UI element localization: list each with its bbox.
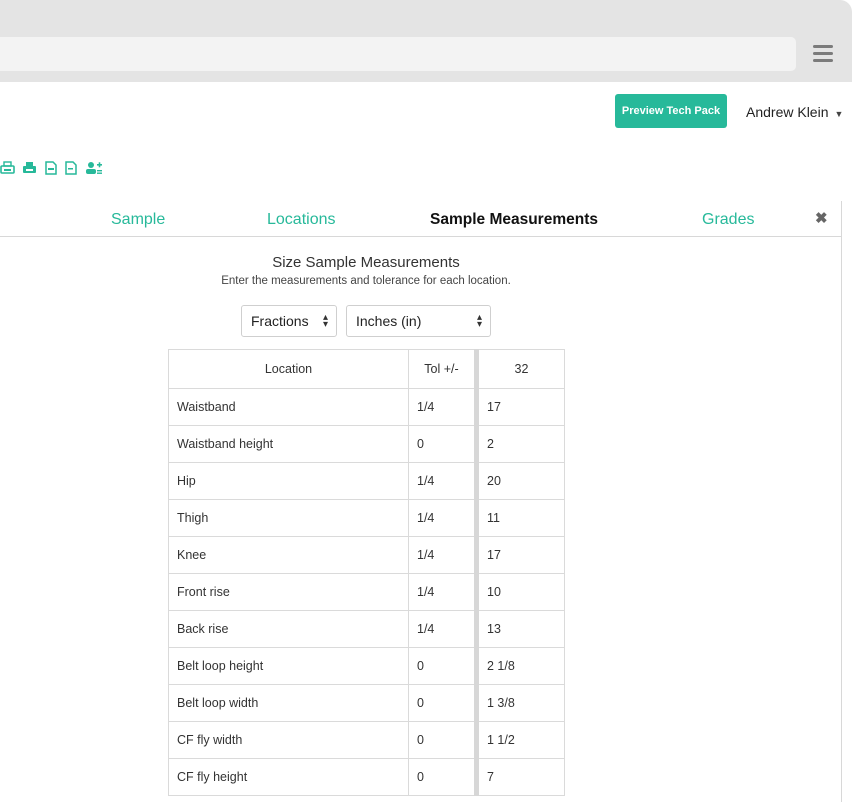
table-row: Knee 1/4 17 bbox=[168, 536, 565, 574]
table-row: Waistband 1/4 17 bbox=[168, 388, 565, 426]
location-cell: Back rise bbox=[168, 610, 409, 648]
location-cell: Waistband bbox=[168, 388, 409, 426]
table-row: CF fly height 0 7 bbox=[168, 758, 565, 796]
table-row: Hip 1/4 20 bbox=[168, 462, 565, 500]
menu-icon[interactable] bbox=[813, 45, 833, 63]
location-cell: Belt loop height bbox=[168, 647, 409, 685]
tolerance-cell[interactable]: 1/4 bbox=[408, 536, 477, 574]
table-header-row: Location Tol +/- 32 bbox=[168, 349, 565, 389]
pdf-icon[interactable] bbox=[44, 161, 58, 175]
print-icon[interactable] bbox=[0, 161, 15, 175]
tolerance-cell[interactable]: 1/4 bbox=[408, 573, 477, 611]
measurements-panel: Sample Locations Sample Measurements Gra… bbox=[0, 201, 842, 802]
unit-select[interactable]: Inches (in) ▴ ▾ bbox=[346, 305, 491, 337]
measurement-cell[interactable]: 1 3/8 bbox=[474, 684, 565, 722]
table-row: CF fly width 0 1 1/2 bbox=[168, 721, 565, 759]
tolerance-cell[interactable]: 0 bbox=[408, 425, 477, 463]
tolerance-cell[interactable]: 0 bbox=[408, 721, 477, 759]
table-row: Back rise 1/4 13 bbox=[168, 610, 565, 648]
measurements-table: Location Tol +/- 32 Waistband 1/4 17 Wai… bbox=[168, 349, 565, 796]
user-menu[interactable]: Andrew Klein ▼ bbox=[746, 104, 843, 120]
tolerance-cell[interactable]: 0 bbox=[408, 684, 477, 722]
measurement-cell[interactable]: 17 bbox=[474, 388, 565, 426]
tolerance-cell[interactable]: 1/4 bbox=[408, 388, 477, 426]
page-subtitle: Enter the measurements and tolerance for… bbox=[221, 275, 511, 287]
column-header-size: 32 bbox=[474, 349, 565, 389]
location-cell: CF fly width bbox=[168, 721, 409, 759]
location-cell: Belt loop width bbox=[168, 684, 409, 722]
add-user-icon[interactable] bbox=[85, 161, 102, 175]
tolerance-cell[interactable]: 0 bbox=[408, 647, 477, 685]
location-cell: Hip bbox=[168, 462, 409, 500]
table-row: Waistband height 0 2 bbox=[168, 425, 565, 463]
measurement-cell[interactable]: 1 1/2 bbox=[474, 721, 565, 759]
location-cell: Waistband height bbox=[168, 425, 409, 463]
tolerance-cell[interactable]: 1/4 bbox=[408, 462, 477, 500]
measurement-cell[interactable]: 13 bbox=[474, 610, 565, 648]
measurement-cell[interactable]: 2 bbox=[474, 425, 565, 463]
column-header-tolerance: Tol +/- bbox=[408, 349, 477, 389]
tab-locations[interactable]: Locations bbox=[267, 211, 336, 229]
user-name: Andrew Klein bbox=[746, 104, 829, 120]
app-header: Preview Tech Pack Andrew Klein ▼ bbox=[0, 82, 852, 138]
location-cell: Front rise bbox=[168, 573, 409, 611]
measurement-cell[interactable]: 17 bbox=[474, 536, 565, 574]
fraction-select[interactable]: Fractions ▴ ▾ bbox=[241, 305, 337, 337]
location-cell: Knee bbox=[168, 536, 409, 574]
browser-chrome bbox=[0, 0, 852, 82]
location-cell: Thigh bbox=[168, 499, 409, 537]
print-filled-icon[interactable] bbox=[22, 161, 36, 175]
close-icon[interactable]: ✖ bbox=[815, 209, 828, 227]
caret-down-icon: ▼ bbox=[834, 109, 844, 119]
table-row: Thigh 1/4 11 bbox=[168, 499, 565, 537]
table-row: Belt loop height 0 2 1/8 bbox=[168, 647, 565, 685]
tab-sample-measurements[interactable]: Sample Measurements bbox=[430, 211, 598, 229]
toolbar bbox=[0, 137, 852, 201]
address-bar[interactable] bbox=[0, 37, 796, 71]
unit-select-value: Inches (in) bbox=[356, 313, 422, 329]
measurement-cell[interactable]: 7 bbox=[474, 758, 565, 796]
tolerance-cell[interactable]: 0 bbox=[408, 758, 477, 796]
measurement-cell[interactable]: 11 bbox=[474, 499, 565, 537]
tab-sample[interactable]: Sample bbox=[111, 211, 165, 229]
preview-tech-pack-button[interactable]: Preview Tech Pack bbox=[615, 94, 727, 128]
select-arrows-icon: ▴ ▾ bbox=[322, 312, 328, 330]
table-row: Belt loop width 0 1 3/8 bbox=[168, 684, 565, 722]
column-header-location: Location bbox=[168, 349, 409, 389]
location-cell: CF fly height bbox=[168, 758, 409, 796]
fraction-select-value: Fractions bbox=[251, 313, 309, 329]
measurement-cell[interactable]: 2 1/8 bbox=[474, 647, 565, 685]
measurement-cell[interactable]: 10 bbox=[474, 573, 565, 611]
tolerance-cell[interactable]: 1/4 bbox=[408, 499, 477, 537]
table-row: Front rise 1/4 10 bbox=[168, 573, 565, 611]
tolerance-cell[interactable]: 1/4 bbox=[408, 610, 477, 648]
tab-grades[interactable]: Grades bbox=[702, 211, 754, 229]
pdf-outline-icon[interactable] bbox=[64, 161, 78, 175]
measurement-cell[interactable]: 20 bbox=[474, 462, 565, 500]
tab-bar: Sample Locations Sample Measurements Gra… bbox=[0, 201, 841, 237]
select-arrows-icon: ▴ ▾ bbox=[476, 312, 482, 330]
page-title: Size Sample Measurements bbox=[272, 254, 460, 271]
